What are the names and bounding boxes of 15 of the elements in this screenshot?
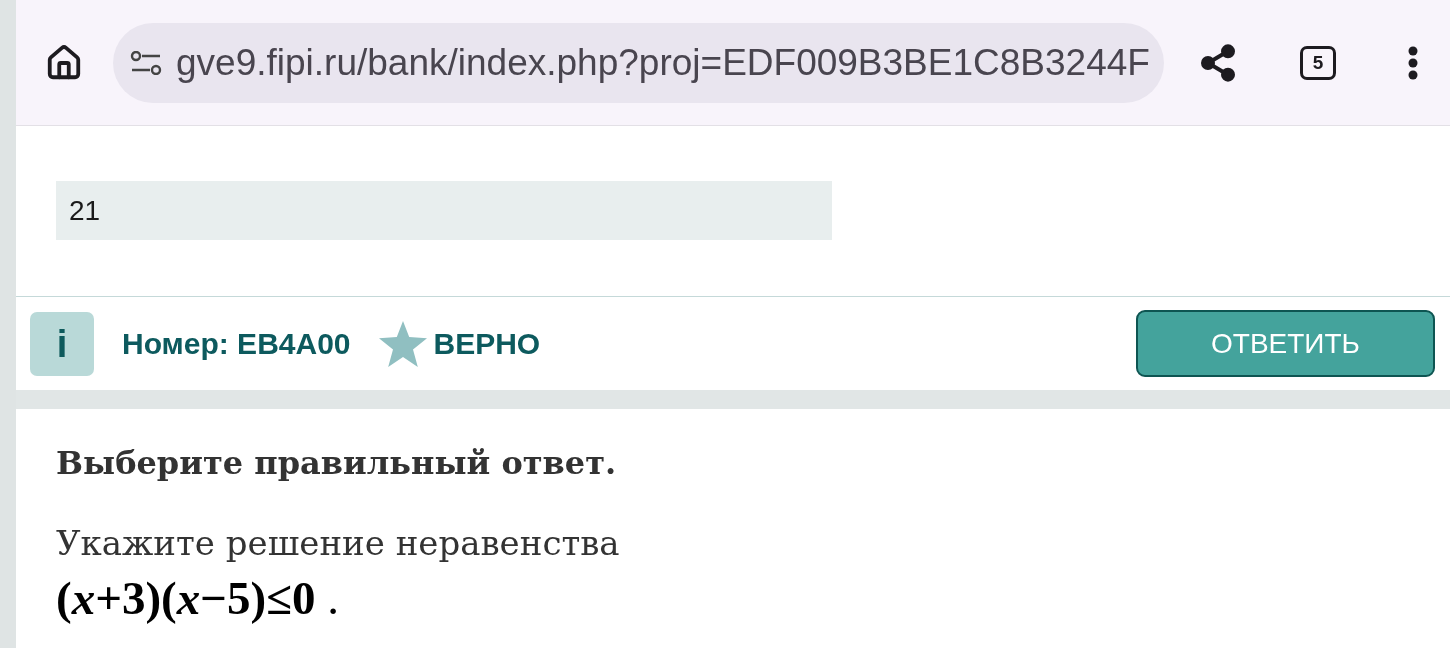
inequality-formula: (x+3)(x−5)≤0 . [56, 572, 340, 624]
address-bar[interactable]: gve9.fipi.ru/bank/index.php?proj=EDF009B3BE1C8B3244F [113, 22, 1164, 103]
home-icon[interactable] [45, 43, 83, 82]
star-icon [378, 320, 427, 367]
share-icon[interactable] [1198, 42, 1238, 83]
tab-switcher-button[interactable]: 5 [1300, 45, 1336, 80]
site-settings-icon[interactable] [130, 50, 162, 75]
question-text: Укажите решение неравенства [56, 522, 621, 564]
status-label: ВЕРНО [433, 326, 541, 362]
url-text: gve9.fipi.ru/bank/index.php?proj=EDF009B3BE1C8B3244F [176, 44, 1150, 81]
instruction-text: Выберите правильный ответ. [56, 443, 618, 484]
more-menu-icon[interactable] [1408, 45, 1418, 80]
info-button[interactable]: i [30, 311, 94, 376]
task-number: Номер: EB4A00 [122, 326, 351, 362]
answer-field[interactable]: 21 [56, 181, 832, 240]
